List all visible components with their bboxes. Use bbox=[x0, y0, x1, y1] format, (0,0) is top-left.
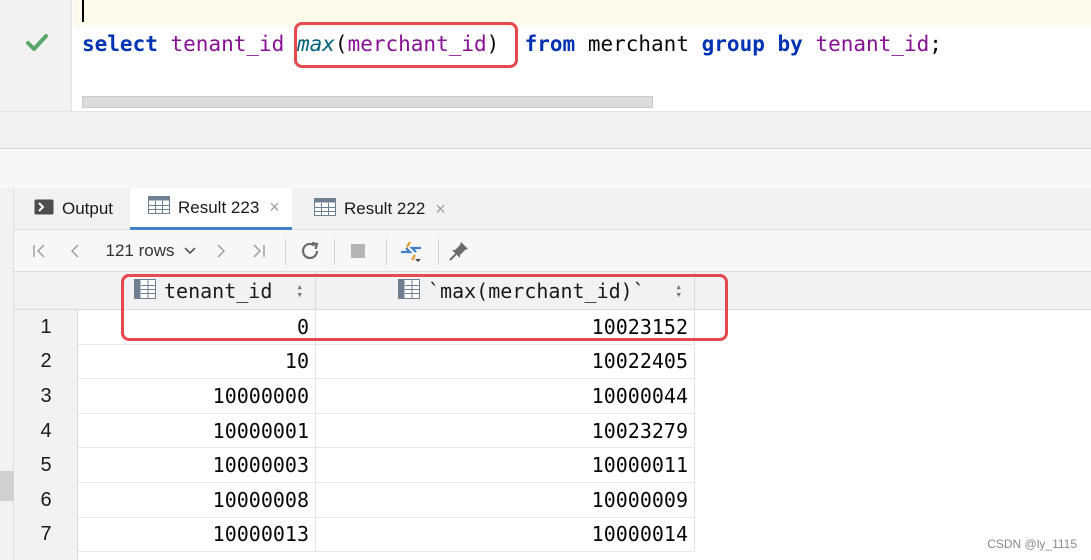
tab-result-222[interactable]: Result 222 × bbox=[300, 188, 460, 230]
table-icon bbox=[314, 197, 336, 221]
rows-count-dropdown[interactable]: 121 rows bbox=[102, 230, 200, 272]
cell-tenant-id[interactable]: 10000003 bbox=[78, 448, 316, 483]
tab-result-223[interactable]: Result 223 × bbox=[130, 188, 292, 230]
toolbar-separator bbox=[386, 239, 387, 265]
column-tenant-id: tenant_id bbox=[170, 32, 285, 56]
cell-tenant-id[interactable]: 10 bbox=[78, 344, 316, 380]
column-tenant-id-2: tenant_id bbox=[815, 32, 930, 56]
last-page-icon[interactable] bbox=[244, 230, 274, 272]
table-row[interactable]: 3 10000000 10000044 bbox=[14, 379, 1091, 414]
close-icon[interactable]: × bbox=[435, 199, 446, 220]
horizontal-scrollbar[interactable] bbox=[82, 96, 653, 108]
row-number: 3 bbox=[40, 384, 52, 407]
tab-output[interactable]: Output bbox=[22, 188, 130, 230]
first-page-icon[interactable] bbox=[24, 230, 54, 272]
result-toolbar: 121 rows bbox=[14, 230, 1091, 272]
cell-tenant-id[interactable]: 10000008 bbox=[78, 483, 316, 518]
table-icon bbox=[148, 196, 170, 219]
table-row[interactable]: 4 10000001 10023279 bbox=[14, 413, 1091, 449]
toolbar-separator bbox=[285, 239, 286, 265]
left-strip-selection bbox=[0, 471, 14, 501]
cell-max-merchant-id[interactable]: 10000044 bbox=[316, 379, 695, 414]
current-line-highlight bbox=[73, 0, 1091, 27]
prev-page-icon[interactable] bbox=[62, 230, 88, 272]
kw-select: select bbox=[82, 32, 158, 56]
toolbar-separator bbox=[334, 239, 335, 265]
toolbar-separator bbox=[438, 239, 439, 265]
semicolon: ; bbox=[929, 32, 942, 56]
row-number: 2 bbox=[40, 350, 52, 373]
highlight-annotation-max bbox=[294, 22, 518, 68]
cell-max-merchant-id[interactable]: 10000011 bbox=[316, 448, 695, 483]
tab-result-223-label: Result 223 bbox=[178, 197, 260, 217]
next-page-icon[interactable] bbox=[208, 230, 234, 272]
left-tool-strip bbox=[0, 188, 14, 560]
console-icon bbox=[34, 199, 54, 220]
row-number: 7 bbox=[40, 523, 52, 546]
row-number: 5 bbox=[40, 454, 52, 477]
cell-max-merchant-id[interactable]: 10023279 bbox=[316, 413, 695, 449]
cell-max-merchant-id[interactable]: 10000009 bbox=[316, 483, 695, 518]
result-tabs: Output Result 223 × Result 222 × bbox=[0, 188, 1091, 230]
table-row[interactable]: 2 10 10022405 bbox=[14, 344, 1091, 380]
row-number: 6 bbox=[40, 488, 52, 511]
kw-from: from bbox=[524, 32, 576, 56]
close-icon[interactable]: × bbox=[269, 197, 280, 218]
cell-tenant-id[interactable]: 10000000 bbox=[78, 379, 316, 414]
row-number: 4 bbox=[40, 419, 52, 442]
cell-tenant-id[interactable]: 10000001 bbox=[78, 413, 316, 449]
refresh-icon[interactable] bbox=[294, 230, 326, 272]
tab-result-222-label: Result 222 bbox=[344, 199, 426, 218]
sql-editor[interactable]: select tenant_id max(merchant_id) from m… bbox=[0, 0, 1091, 111]
tab-output-label: Output bbox=[62, 199, 114, 218]
check-icon bbox=[26, 34, 48, 51]
chevron-down-icon bbox=[184, 247, 197, 255]
kw-by: by bbox=[777, 32, 803, 56]
table-row[interactable]: 6 10000008 10000009 bbox=[14, 483, 1091, 518]
cell-tenant-id[interactable]: 10000013 bbox=[78, 517, 316, 553]
cell-max-merchant-id[interactable]: 10000014 bbox=[316, 517, 695, 553]
stop-icon[interactable] bbox=[342, 230, 374, 272]
cell-max-merchant-id[interactable]: 10022405 bbox=[316, 344, 695, 380]
kw-group: group bbox=[701, 32, 765, 56]
table-row[interactable]: 5 10000003 10000011 bbox=[14, 448, 1091, 483]
compare-icon[interactable] bbox=[394, 230, 428, 272]
splitter-area[interactable] bbox=[0, 150, 1091, 188]
row-number: 1 bbox=[40, 315, 52, 338]
pin-icon[interactable] bbox=[444, 230, 474, 272]
text-caret bbox=[82, 0, 84, 22]
table-merchant: merchant bbox=[587, 32, 689, 56]
rows-count-label: 121 rows bbox=[105, 241, 175, 260]
result-grid[interactable]: tenant_id ▴ ▾ `max(merchant_id)` ▴ ▾ 1 0 100… bbox=[14, 272, 1091, 560]
watermark: CSDN @ly_1115 bbox=[987, 537, 1077, 551]
editor-bottom-panel bbox=[0, 111, 1091, 149]
highlight-annotation-first-row bbox=[121, 274, 728, 341]
table-row[interactable]: 7 10000013 10000014 bbox=[14, 517, 1091, 553]
